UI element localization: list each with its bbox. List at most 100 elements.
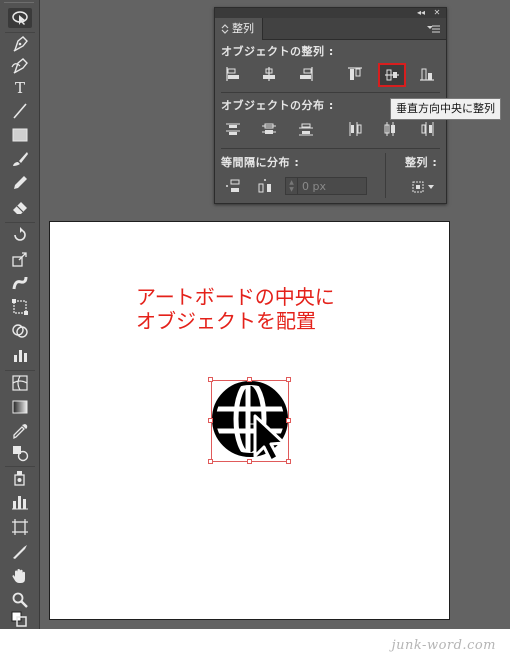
pen-tool[interactable] xyxy=(8,34,32,54)
horizontal-distribute-space-button[interactable] xyxy=(253,176,277,196)
align-to-dropdown[interactable] xyxy=(411,179,439,195)
tab-align-label: 整列 xyxy=(232,22,254,35)
mesh-icon xyxy=(12,375,28,391)
close-panel-button[interactable]: ✕ xyxy=(431,8,443,18)
type-icon: T xyxy=(14,79,25,97)
artboard-tool[interactable] xyxy=(8,517,32,537)
align-to-label: 整列 : xyxy=(405,156,438,169)
align-objects-label: オブジェクトの整列 : xyxy=(221,45,334,58)
resize-handle-bottom-right[interactable] xyxy=(286,459,291,464)
warp-tool[interactable] xyxy=(8,273,32,293)
vertical-align-bottom-button[interactable] xyxy=(415,64,439,84)
horizontal-align-left-button[interactable] xyxy=(221,64,245,84)
vertical-distribute-center-button[interactable] xyxy=(257,119,281,139)
resize-handle-bottom-left[interactable] xyxy=(208,459,213,464)
align-left-icon xyxy=(226,67,239,81)
distribute-horizontal-center-icon xyxy=(384,122,395,136)
zoom-tool[interactable] xyxy=(8,590,32,610)
vertical-align-center-button[interactable] xyxy=(378,63,406,87)
mesh-tool[interactable] xyxy=(8,373,32,393)
scale-icon xyxy=(12,252,27,267)
watermark: junk-word.com xyxy=(391,638,496,653)
fill-stroke-swatches[interactable] xyxy=(8,611,32,628)
horizontal-align-center-button[interactable] xyxy=(257,64,281,84)
selection-icon xyxy=(12,11,28,25)
spacing-input[interactable] xyxy=(298,178,358,194)
shape-builder-icon xyxy=(12,324,28,338)
resize-handle-right[interactable] xyxy=(286,418,291,423)
slice-tool[interactable] xyxy=(8,541,32,561)
vertical-distribute-space-button[interactable] xyxy=(221,176,245,196)
paintbrush-tool[interactable] xyxy=(8,149,32,169)
distribute-right-icon xyxy=(421,122,434,136)
graph-tool[interactable] xyxy=(8,345,32,365)
blend-icon xyxy=(13,446,29,462)
rotate-tool[interactable] xyxy=(8,225,32,245)
slice-knife-icon xyxy=(13,545,27,559)
hand-tool[interactable] xyxy=(8,566,32,586)
gradient-icon xyxy=(12,400,28,414)
tools-panel: T xyxy=(0,0,40,629)
blend-tool[interactable] xyxy=(8,443,32,463)
horizontal-align-right-button[interactable] xyxy=(294,64,318,84)
distribute-vertical-space-icon xyxy=(226,179,240,192)
selection-tool[interactable] xyxy=(8,8,32,28)
line-tool[interactable] xyxy=(8,101,32,121)
distribute-bottom-icon xyxy=(299,123,313,136)
spacing-stepper[interactable]: ▲ ▼ xyxy=(286,178,298,194)
eyedropper-tool[interactable] xyxy=(8,421,32,441)
shape-builder-tool[interactable] xyxy=(8,321,32,341)
tab-align[interactable]: 整列 xyxy=(215,18,263,40)
eraser-tool[interactable] xyxy=(8,197,32,217)
align-bottom-icon xyxy=(420,68,434,81)
align-vertical-center-icon xyxy=(385,69,399,81)
pencil-icon xyxy=(14,176,27,189)
symbol-sprayer-tool[interactable] xyxy=(8,468,32,488)
distribute-spacing-label: 等間隔に分布 : xyxy=(221,156,300,169)
tooltip: 垂直方向中央に整列 xyxy=(390,98,501,120)
eraser-icon xyxy=(13,202,27,214)
bar-graph-icon xyxy=(12,496,28,510)
vertical-distribute-bottom-button[interactable] xyxy=(294,119,318,139)
distribute-horizontal-space-icon xyxy=(258,179,271,193)
zoom-icon xyxy=(12,592,28,608)
panel-title-bar[interactable]: ◂◂ ✕ xyxy=(215,8,446,18)
gradient-tool[interactable] xyxy=(8,397,32,417)
fill-stroke-icon xyxy=(11,611,27,627)
pencil-tool[interactable] xyxy=(8,173,32,193)
stepper-up-icon: ▲ xyxy=(289,179,294,186)
panel-menu-icon[interactable] xyxy=(426,23,440,35)
distribute-vertical-center-icon xyxy=(262,123,276,134)
artboard[interactable]: アートボードの中央に オブジェクトを配置 xyxy=(49,221,450,620)
resize-handle-top-right[interactable] xyxy=(286,377,291,382)
spacing-value-field: ▲ ▼ xyxy=(285,177,367,195)
curvature-tool[interactable] xyxy=(8,56,32,76)
resize-handle-bottom[interactable] xyxy=(247,459,252,464)
rectangle-tool[interactable] xyxy=(8,125,32,145)
horizontal-distribute-left-button[interactable] xyxy=(343,119,367,139)
resize-handle-top-left[interactable] xyxy=(208,377,213,382)
free-transform-tool[interactable] xyxy=(8,297,32,317)
tab-toggle-icon xyxy=(221,24,229,34)
horizontal-distribute-center-button[interactable] xyxy=(378,119,402,139)
type-tool[interactable]: T xyxy=(8,78,32,98)
collapse-panel-button[interactable]: ◂◂ xyxy=(415,8,427,18)
hand-icon xyxy=(12,569,25,583)
distribute-top-icon xyxy=(226,123,240,135)
align-top-icon xyxy=(348,67,362,80)
selection-bounding-box xyxy=(211,380,289,462)
vertical-align-top-button[interactable] xyxy=(343,64,367,84)
align-horizontal-center-icon xyxy=(263,67,275,81)
resize-handle-left[interactable] xyxy=(208,418,213,423)
warp-icon xyxy=(12,276,28,290)
selected-object[interactable] xyxy=(208,377,291,464)
vertical-distribute-top-button[interactable] xyxy=(221,119,245,139)
scale-tool[interactable] xyxy=(8,249,32,269)
horizontal-distribute-right-button[interactable] xyxy=(415,119,439,139)
resize-handle-top[interactable] xyxy=(247,377,252,382)
line-segment-icon xyxy=(13,103,27,119)
column-graph-tool[interactable] xyxy=(8,492,32,512)
artboard-heading[interactable]: アートボードの中央に オブジェクトを配置 xyxy=(136,285,436,333)
tools-panel-grip[interactable] xyxy=(4,2,34,4)
chevron-down-icon xyxy=(428,185,434,189)
